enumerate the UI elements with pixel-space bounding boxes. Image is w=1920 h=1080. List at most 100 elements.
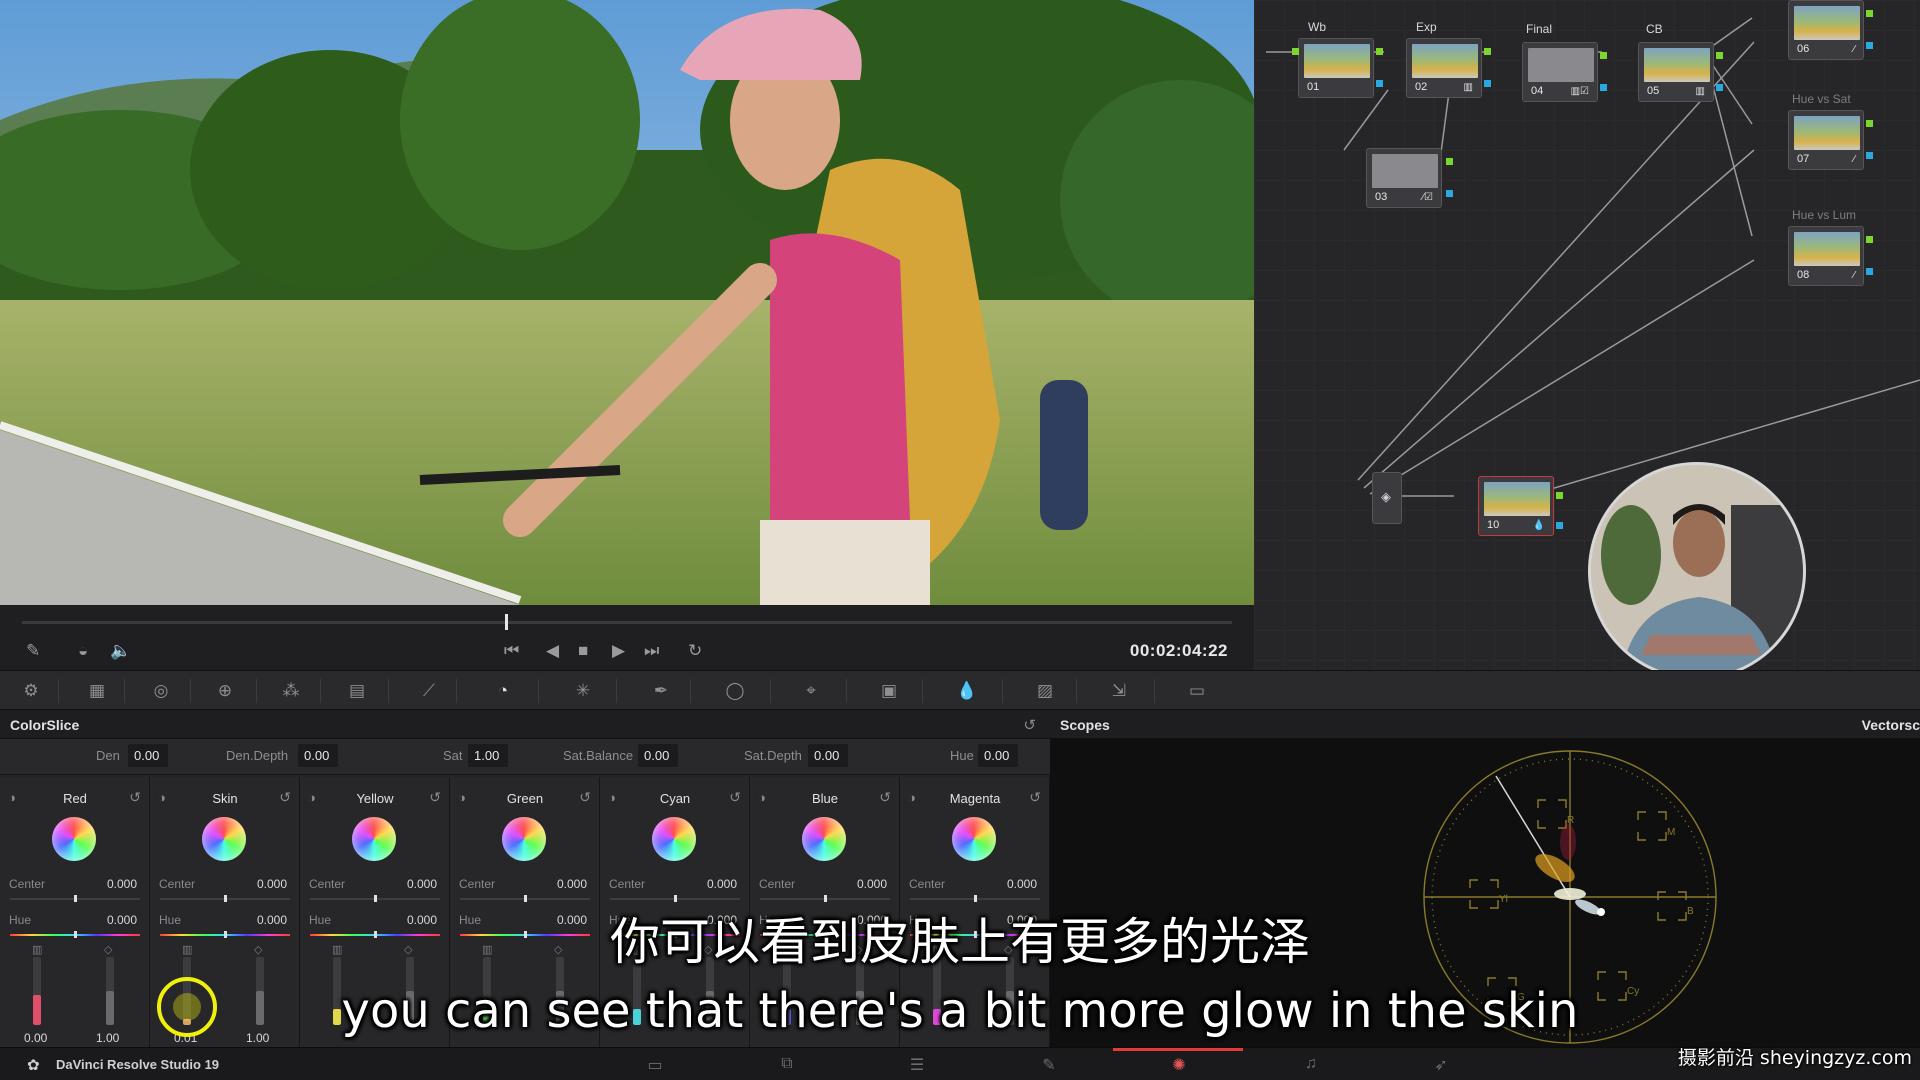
layer-icon[interactable]: ◒ [78, 642, 88, 659]
go-to-start-icon[interactable]: ⏮ [504, 642, 519, 659]
center-value[interactable]: 0.000 [257, 877, 287, 891]
reset-icon[interactable]: ↺ [129, 789, 141, 806]
reset-icon[interactable]: ↺ [879, 789, 891, 806]
node-output[interactable] [1376, 80, 1383, 87]
rgb-mixer-icon[interactable]: ⁂ [280, 680, 302, 702]
fusion-page-icon[interactable]: ✎ [1034, 1055, 1064, 1075]
edit-page-icon[interactable]: ☰ [902, 1055, 932, 1075]
node-output[interactable] [1716, 52, 1723, 59]
node-output[interactable] [1600, 52, 1607, 59]
hue-wheel[interactable] [652, 817, 696, 861]
center-value[interactable]: 0.000 [857, 877, 887, 891]
slider-knob[interactable] [974, 895, 977, 902]
hue-wheel[interactable] [952, 817, 996, 861]
slider-knob[interactable] [524, 895, 527, 902]
window-icon[interactable]: ◯ [724, 680, 746, 702]
den-depth-field[interactable]: 0.00 [298, 744, 338, 767]
step-back-icon[interactable]: ◀ [546, 642, 559, 659]
center-value[interactable]: 0.000 [107, 877, 137, 891]
slider-knob[interactable] [374, 895, 377, 902]
color-warper-icon[interactable]: ✳ [572, 680, 594, 702]
center-value[interactable]: 0.000 [1007, 877, 1037, 891]
cut-page-icon[interactable]: ⧉ [772, 1055, 802, 1073]
play-icon[interactable]: ▶ [612, 642, 625, 659]
sat-depth-field[interactable]: 0.00 [808, 744, 848, 767]
reset-icon[interactable]: ↺ [1023, 716, 1036, 734]
picker-tool-icon[interactable]: ✎ [26, 642, 40, 659]
node-06[interactable]: 06 ∕ [1788, 0, 1864, 60]
hue-wheel[interactable] [502, 817, 546, 861]
key-icon[interactable]: ▨ [1034, 680, 1056, 702]
slider-knob[interactable] [674, 895, 677, 902]
node-output[interactable] [1376, 48, 1383, 55]
motion-effects-icon[interactable]: ▤ [346, 680, 368, 702]
node-08[interactable]: 08 ∕ [1788, 226, 1864, 286]
tracker-icon[interactable]: ⌖ [800, 680, 822, 702]
node-02[interactable]: 02 ▥ [1406, 38, 1482, 98]
curves-icon[interactable]: ⟋ [418, 680, 440, 702]
node-output[interactable] [1866, 120, 1873, 127]
deliver-page-icon[interactable]: ➶ [1426, 1055, 1456, 1075]
node-output[interactable] [1866, 268, 1873, 275]
color-match-icon[interactable]: ▦ [86, 680, 108, 702]
node-output[interactable] [1716, 84, 1723, 91]
hue-wheel[interactable] [202, 817, 246, 861]
node-01[interactable]: 01 [1298, 38, 1374, 98]
node-10[interactable]: 10 💧 [1478, 476, 1554, 536]
color-page-icon[interactable]: ✺ [1164, 1055, 1194, 1075]
scope-mode[interactable]: Vectorsc [1862, 717, 1920, 733]
node-output[interactable] [1600, 84, 1607, 91]
3d-icon[interactable]: ▭ [1186, 680, 1208, 702]
slider-knob[interactable] [74, 895, 77, 902]
den-field[interactable]: 0.00 [128, 744, 168, 767]
node-07[interactable]: 07 ∕ [1788, 110, 1864, 170]
slider-knob[interactable] [824, 895, 827, 902]
node-04[interactable]: 04 ▥☑ [1522, 42, 1598, 102]
reset-icon[interactable]: ↺ [579, 789, 591, 806]
center-value[interactable]: 0.000 [557, 877, 587, 891]
node-editor[interactable]: Wb 01 Exp 02 ▥ 03 ∕☑ Final 04 ▥☑ CB 05 ▥… [1254, 0, 1920, 670]
node-output[interactable] [1556, 492, 1563, 499]
center-value[interactable]: 0.000 [707, 877, 737, 891]
colorslice-icon[interactable]: ◔ [492, 680, 514, 702]
media-page-icon[interactable]: ▭ [640, 1055, 670, 1075]
sat-balance-field[interactable]: 0.00 [638, 744, 678, 767]
hue-wheel[interactable] [352, 817, 396, 861]
go-to-end-icon[interactable]: ⏭ [644, 642, 659, 659]
sizing-icon[interactable]: ⇲ [1108, 680, 1130, 702]
qualifier-icon[interactable]: ✒ [650, 680, 672, 702]
reset-icon[interactable]: ↺ [429, 789, 441, 806]
layer-mixer-node[interactable]: ◈ [1372, 472, 1402, 524]
timeline-scrubber[interactable] [22, 621, 1232, 624]
camera-raw-icon[interactable]: ⚙ [20, 680, 42, 702]
loop-icon[interactable]: ↻ [688, 642, 702, 659]
node-output[interactable] [1866, 152, 1873, 159]
hue-field[interactable]: 0.00 [978, 744, 1018, 767]
sat-field[interactable]: 1.00 [468, 744, 508, 767]
color-wheels-icon[interactable]: ◎ [150, 680, 172, 702]
hue-wheel[interactable] [52, 817, 96, 861]
center-value[interactable]: 0.000 [407, 877, 437, 891]
magic-mask-icon[interactable]: ▣ [878, 680, 900, 702]
reset-icon[interactable]: ↺ [279, 789, 291, 806]
blur-icon[interactable]: 💧 [956, 680, 978, 702]
node-output[interactable] [1556, 522, 1563, 529]
fairlight-page-icon[interactable]: ♫ [1296, 1055, 1326, 1073]
reset-icon[interactable]: ↺ [1029, 789, 1041, 806]
node-output[interactable] [1866, 42, 1873, 49]
slider-knob[interactable] [224, 895, 227, 902]
playhead[interactable] [505, 614, 508, 630]
node-output[interactable] [1446, 158, 1453, 165]
node-output[interactable] [1484, 80, 1491, 87]
reset-icon[interactable]: ↺ [729, 789, 741, 806]
node-input[interactable] [1292, 48, 1299, 55]
node-output[interactable] [1484, 48, 1491, 55]
node-03[interactable]: 03 ∕☑ [1366, 148, 1442, 208]
volume-icon[interactable]: 🔈 [110, 642, 131, 659]
node-output[interactable] [1446, 190, 1453, 197]
stop-icon[interactable]: ■ [578, 642, 588, 659]
hdr-wheels-icon[interactable]: ⊕ [214, 680, 236, 702]
node-05[interactable]: 05 ▥ [1638, 42, 1714, 102]
hue-wheel[interactable] [802, 817, 846, 861]
node-output[interactable] [1866, 10, 1873, 17]
